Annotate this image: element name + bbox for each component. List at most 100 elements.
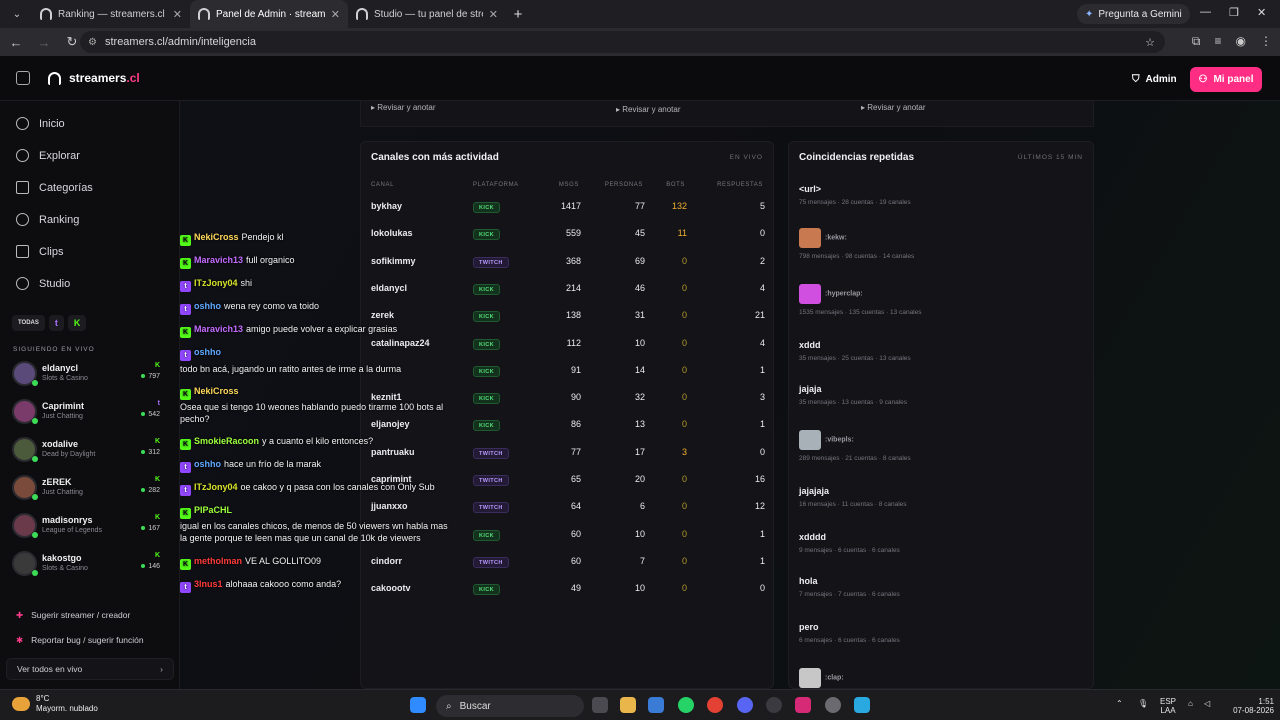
chrome-icon[interactable] <box>707 697 723 713</box>
coincidence-item[interactable]: <url> 75 mensajes · 28 cuentas · 19 canal… <box>799 184 1093 206</box>
sidebar-item-ranking[interactable]: Ranking <box>16 213 79 226</box>
browser-tab-admin[interactable]: Panel de Admin · streamers.cl ✕ <box>190 0 348 28</box>
filter-kick[interactable]: K <box>67 315 87 331</box>
whatsapp-icon[interactable] <box>678 697 694 713</box>
file-explorer-icon[interactable] <box>620 697 636 713</box>
sidebar-item-explorar[interactable]: Explorar <box>16 149 80 162</box>
channel-name[interactable]: bykhay <box>371 201 402 211</box>
microphone-icon[interactable]: 🎙 <box>1138 699 1148 708</box>
channel-name[interactable]: lokolukas <box>371 228 413 238</box>
following-streamer[interactable]: kakostgo Slots & Casino K 146 <box>12 549 162 579</box>
chat-username[interactable]: Maravich13 <box>194 255 243 265</box>
chat-username[interactable]: PIPaCHL <box>194 505 232 515</box>
coincidence-item[interactable]: jajaja 35 mensajes · 13 cuentas · 9 canal… <box>799 384 1093 406</box>
profile-avatar[interactable]: ◉ <box>1236 34 1246 49</box>
suggest-streamer-link[interactable]: ✚ Sugerir streamer / creador <box>6 604 174 626</box>
coincidence-item[interactable]: xdddd 9 mensajes · 6 cuentas · 6 canales <box>799 532 1093 554</box>
chatgpt-icon[interactable] <box>766 697 782 713</box>
table-row[interactable]: catalinapaz24 KICK 112 10 0 4 <box>361 331 775 358</box>
table-row[interactable]: pantruaku TWITCH 77 17 3 0 <box>361 440 775 467</box>
sidebar-item-clips[interactable]: Clips <box>16 245 63 258</box>
maximize-icon[interactable]: ❐ <box>1229 6 1239 19</box>
coincidence-item[interactable]: :vibepls: 289 mensajes · 21 cuentas · 8 c… <box>799 430 1093 462</box>
tab-search-button[interactable]: ⌄ <box>4 3 30 25</box>
table-row[interactable]: lokolukas KICK 559 45 11 0 <box>361 221 775 248</box>
chat-username[interactable]: 3lnus1 <box>194 579 223 589</box>
mi-panel-button[interactable]: ⚇ Mi panel <box>1190 67 1262 92</box>
chat-username[interactable]: NekiCross <box>194 232 239 242</box>
coincidence-item[interactable]: jajajaja 16 mensajes · 11 cuentas · 8 can… <box>799 486 1093 508</box>
store-icon[interactable] <box>648 697 664 713</box>
volume-icon[interactable]: ◁ <box>1204 699 1210 708</box>
channel-name[interactable]: pantruaku <box>371 447 415 457</box>
chat-username[interactable]: oshho <box>194 347 221 357</box>
see-all-live-button[interactable]: Ver todos en vivo › <box>6 658 174 680</box>
extensions-icon[interactable]: ⧉ <box>1192 34 1201 49</box>
minimize-icon[interactable]: — <box>1200 6 1211 18</box>
chat-username[interactable]: NekiCross <box>194 386 239 396</box>
brand-logo[interactable]: streamers.cl <box>48 71 140 85</box>
notepad-icon[interactable] <box>854 697 870 713</box>
channel-name[interactable]: zerek <box>371 310 394 320</box>
review-link[interactable]: ▸ Revisar y anotar <box>616 105 681 114</box>
close-icon[interactable]: ✕ <box>489 8 498 21</box>
following-streamer[interactable]: xodalive Dead by Daylight K 312 <box>12 435 162 465</box>
task-view-icon[interactable] <box>592 697 608 713</box>
table-row[interactable]: eldanycl KICK 214 46 0 4 <box>361 276 775 303</box>
coincidence-item[interactable]: hola 7 mensajes · 7 cuentas · 6 canales <box>799 576 1093 598</box>
channel-name[interactable]: jjuanxxo <box>371 501 408 511</box>
close-icon[interactable]: ✕ <box>173 8 182 21</box>
report-bug-link[interactable]: ✱ Reportar bug / sugerir función <box>6 629 174 651</box>
gemini-button[interactable]: ✦ Pregunta a Gemini <box>1077 4 1190 24</box>
table-row[interactable]: bykhay KICK 1417 77 132 5 <box>361 194 775 221</box>
language-indicator[interactable]: ESP LAA <box>1160 697 1176 715</box>
discord-icon[interactable] <box>737 697 753 713</box>
chat-username[interactable]: SmokieRacoon <box>194 436 259 446</box>
channel-name[interactable]: sofikimmy <box>371 256 416 266</box>
close-icon[interactable]: ✕ <box>331 8 340 21</box>
filter-twitch[interactable]: t <box>48 315 64 331</box>
close-window-icon[interactable]: ✕ <box>1257 6 1266 19</box>
channel-name[interactable]: eldanycl <box>371 283 407 293</box>
following-streamer[interactable]: Caprimint Just Chatting t 542 <box>12 397 162 427</box>
sidebar-item-categorias[interactable]: Categorías <box>16 181 93 194</box>
table-row[interactable]: sofikimmy TWITCH 368 69 0 2 <box>361 249 775 276</box>
channel-name[interactable]: catalinapaz24 <box>371 338 430 348</box>
new-tab-button[interactable]: + <box>506 6 530 23</box>
clock[interactable]: 1:51 07-08-2026 <box>1224 697 1274 715</box>
tray-chevron-icon[interactable]: ⌃ <box>1116 699 1123 708</box>
chat-username[interactable]: Maravich13 <box>194 324 243 334</box>
chat-username[interactable]: oshho <box>194 301 221 311</box>
table-row[interactable]: zerek KICK 138 31 0 21 <box>361 303 775 330</box>
sidebar-item-studio[interactable]: Studio <box>16 277 70 290</box>
table-row[interactable]: cakoootv KICK 49 10 0 0 <box>361 576 775 603</box>
following-streamer[interactable]: eldanycl Slots & Casino K 797 <box>12 359 162 389</box>
coincidence-item[interactable]: :clap: <box>799 668 1093 688</box>
coincidence-item[interactable]: xddd 35 mensajes · 25 cuentas · 13 canale… <box>799 340 1093 362</box>
coincidence-item[interactable]: :kekw: 798 mensajes · 98 cuentas · 14 can… <box>799 228 1093 260</box>
admin-button[interactable]: ⛉ Admin <box>1122 68 1187 90</box>
windows-start-icon[interactable] <box>410 697 426 713</box>
chat-username[interactable]: ITzJony04 <box>194 278 238 288</box>
review-link[interactable]: ▸ Revisar y anotar <box>371 103 436 112</box>
site-info-icon[interactable]: ⚙ <box>88 37 97 48</box>
bookmark-star-icon[interactable]: ☆ <box>1145 36 1155 49</box>
chat-username[interactable]: metholman <box>194 556 242 566</box>
app-icon[interactable] <box>825 697 841 713</box>
table-row[interactable]: jjuanxxo TWITCH 64 6 0 12 <box>361 494 775 521</box>
filter-all[interactable]: TODAS <box>12 315 45 331</box>
browser-tab-studio[interactable]: Studio — tu panel de streamer ✕ <box>348 0 506 28</box>
chat-username[interactable]: ITzJony04 <box>194 482 238 492</box>
chat-username[interactable]: oshho <box>194 459 221 469</box>
following-streamer[interactable]: madisonrys League of Legends K 167 <box>12 511 162 541</box>
browser-tab-ranking[interactable]: Ranking — streamers.cl · stream ✕ <box>32 0 190 28</box>
sidebar-item-inicio[interactable]: Inicio <box>16 117 65 130</box>
following-streamer[interactable]: zEREK Just Chatting K 282 <box>12 473 162 503</box>
review-link[interactable]: ▸ Revisar y anotar <box>861 103 926 112</box>
table-row[interactable]: cindorr TWITCH 60 7 0 1 <box>361 549 775 576</box>
coincidence-item[interactable]: :hyperclap: 1535 mensajes · 135 cuentas ·… <box>799 284 1093 316</box>
weather-widget[interactable]: 8°C Mayorm. nublado <box>12 694 98 714</box>
instagram-icon[interactable] <box>795 697 811 713</box>
forward-icon[interactable]: → <box>32 35 56 50</box>
menu-icon[interactable]: ⋮ <box>1260 34 1272 49</box>
